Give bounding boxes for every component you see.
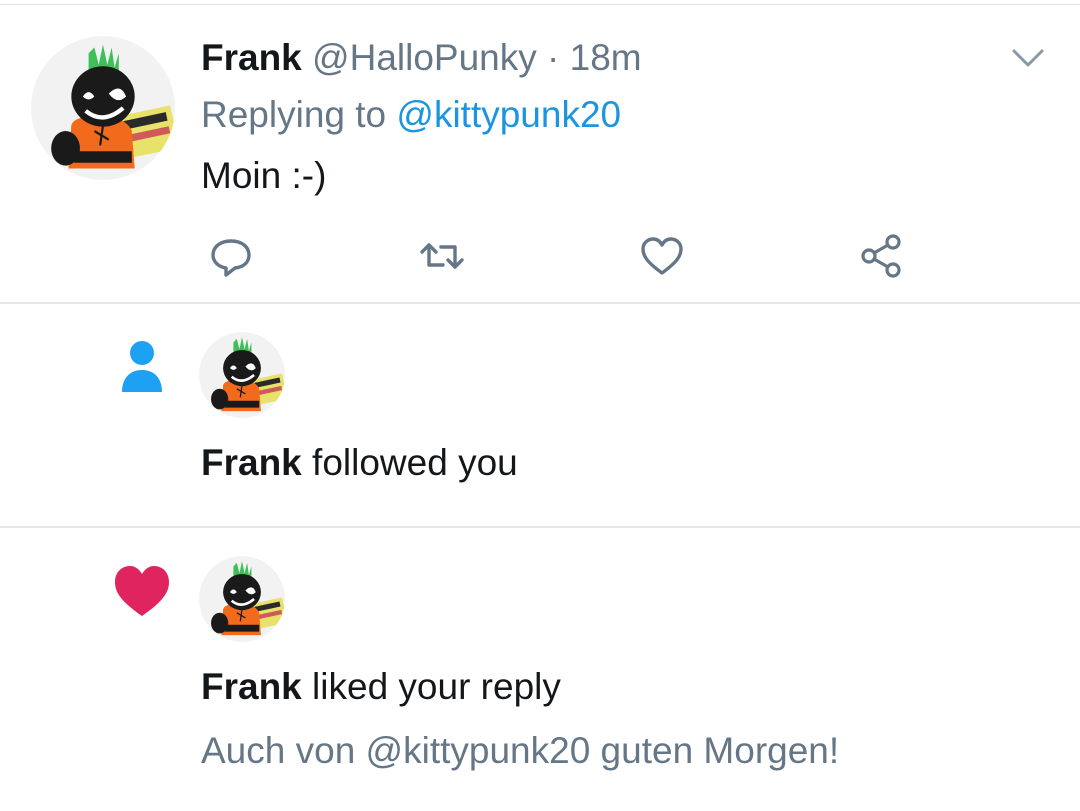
notification-text: Frank followed you	[201, 440, 518, 486]
share-icon[interactable]	[857, 231, 907, 281]
actor-name[interactable]: Frank	[201, 666, 302, 707]
punk-avatar-image	[31, 36, 175, 180]
author-name[interactable]: Frank	[201, 37, 302, 78]
avatar[interactable]	[31, 36, 175, 180]
actor-name[interactable]: Frank	[201, 442, 302, 483]
replying-to-handle[interactable]: @kittypunk20	[396, 94, 621, 135]
follow-notification[interactable]: Frank followed you	[0, 304, 1080, 526]
replying-prefix: Replying to	[201, 94, 387, 135]
tweet-time: 18m	[569, 37, 642, 78]
like-icon[interactable]	[637, 231, 687, 281]
avatar[interactable]	[199, 332, 285, 418]
author-handle[interactable]: @HalloPunky	[312, 37, 537, 78]
notification-action: followed you	[312, 442, 518, 483]
punk-avatar-image	[199, 556, 285, 642]
tweet-header: Frank @HalloPunky · 18m	[201, 35, 642, 81]
chevron-down-icon[interactable]	[1008, 43, 1048, 73]
separator: ·	[547, 37, 560, 78]
replying-to: Replying to @kittypunk20	[201, 92, 621, 138]
heart-icon	[112, 560, 172, 620]
person-icon	[112, 336, 172, 396]
punk-avatar-image	[199, 332, 285, 418]
retweet-icon[interactable]	[417, 231, 467, 281]
tweet-text: Moin :-)	[201, 155, 327, 196]
notification-text: Frank liked your reply	[201, 664, 561, 710]
notifications-screen: Frank @HalloPunky · 18m Replying to @kit…	[0, 0, 1080, 811]
reply-icon[interactable]	[206, 231, 256, 281]
avatar[interactable]	[199, 556, 285, 642]
notification-action: liked your reply	[312, 666, 561, 707]
like-notification[interactable]: Frank liked your reply Auch von @kittypu…	[0, 528, 1080, 811]
tweet[interactable]: Frank @HalloPunky · 18m Replying to @kit…	[0, 5, 1080, 302]
liked-tweet-snippet[interactable]: Auch von @kittypunk20 guten Morgen!	[201, 728, 839, 774]
